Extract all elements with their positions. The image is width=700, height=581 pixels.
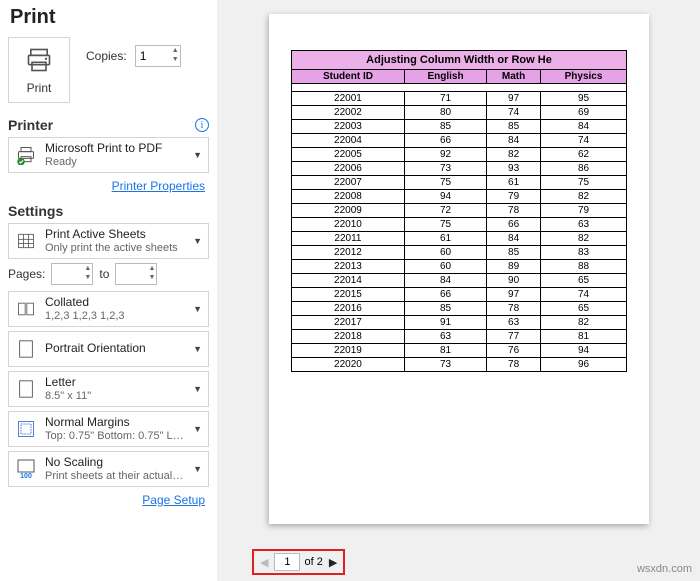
printer-status-icon [15, 144, 37, 166]
copies-stepper[interactable]: ▲▼ [135, 45, 181, 67]
chevron-down-icon: ▼ [193, 424, 202, 434]
pages-from-stepper[interactable]: ▲▼ [51, 263, 93, 285]
current-page-input[interactable] [274, 553, 300, 571]
spinner-arrows[interactable]: ▲▼ [84, 264, 91, 282]
print-button-label: Print [27, 81, 52, 95]
col-header: Math [487, 70, 541, 84]
table-row: 22011618482 [292, 232, 627, 246]
collate-icon [15, 298, 37, 320]
page-setup-link[interactable]: Page Setup [142, 493, 205, 507]
paper-icon [15, 378, 37, 400]
printer-name: Microsoft Print to PDF [45, 142, 185, 155]
col-header: Student ID [292, 70, 405, 84]
table-row: 22018637781 [292, 330, 627, 344]
scaling-badge: 100 [20, 473, 32, 480]
info-icon[interactable]: i [195, 118, 209, 132]
page-of-text: of 2 [304, 556, 322, 568]
chevron-down-icon: ▼ [193, 304, 202, 314]
copies-label: Copies: [86, 49, 127, 63]
page-navigator[interactable]: ◀ of 2 ▶ [252, 549, 345, 575]
paper-l1: Letter [45, 376, 185, 389]
table-row: 22017916382 [292, 316, 627, 330]
settings-heading: Settings [8, 203, 63, 219]
print-what-selector[interactable]: Print Active Sheets Only print the activ… [8, 223, 209, 259]
scaling-selector[interactable]: 100 No Scaling Print sheets at their act… [8, 451, 209, 487]
table-row: 22007756175 [292, 176, 627, 190]
table-row: 22013608988 [292, 260, 627, 274]
pages-label: Pages: [8, 267, 45, 281]
collate-l1: Collated [45, 296, 185, 309]
page-title: Print [10, 6, 209, 29]
chevron-down-icon: ▼ [193, 150, 202, 160]
print-preview: Adjusting Column Width or Row He Student… [218, 0, 700, 581]
chevron-down-icon: ▼ [193, 236, 202, 246]
table-row: 22008947982 [292, 190, 627, 204]
data-table: Student IDEnglishMathPhysics 22001719795… [291, 69, 627, 372]
table-row: 22016857865 [292, 302, 627, 316]
col-header: Physics [541, 70, 627, 84]
chevron-down-icon: ▼ [193, 344, 202, 354]
printer-heading: Printer [8, 117, 53, 133]
table-row: 22006739386 [292, 162, 627, 176]
table-row: 22009727879 [292, 204, 627, 218]
table-row: 22004668474 [292, 134, 627, 148]
table-row: 22012608583 [292, 246, 627, 260]
chevron-down-icon: ▼ [193, 464, 202, 474]
table-row: 22002807469 [292, 106, 627, 120]
sheets-icon [15, 230, 37, 252]
print-what-l1: Print Active Sheets [45, 228, 185, 241]
print-what-l2: Only print the active sheets [45, 242, 185, 254]
col-header: English [404, 70, 486, 84]
table-row: 22020737896 [292, 358, 627, 372]
table-row: 22014849065 [292, 274, 627, 288]
printer-icon [24, 46, 54, 79]
paper-size-selector[interactable]: Letter 8.5" x 11" ▼ [8, 371, 209, 407]
pages-to-stepper[interactable]: ▲▼ [115, 263, 157, 285]
pages-to-label: to [99, 267, 109, 281]
printer-selector[interactable]: Microsoft Print to PDF Ready ▼ [8, 137, 209, 173]
table-row: 22005928262 [292, 148, 627, 162]
doc-title: Adjusting Column Width or Row He [291, 50, 627, 69]
table-row: 22015669774 [292, 288, 627, 302]
margins-icon [15, 418, 37, 440]
orientation-l1: Portrait Orientation [45, 342, 185, 355]
scaling-l1: No Scaling [45, 456, 185, 469]
collate-l2: 1,2,3 1,2,3 1,2,3 [45, 310, 185, 322]
margins-l2: Top: 0.75" Bottom: 0.75" Left:… [45, 430, 185, 442]
watermark: wsxdn.com [637, 563, 692, 575]
print-button[interactable]: Print [8, 37, 70, 103]
table-row: 22010756663 [292, 218, 627, 232]
preview-page: Adjusting Column Width or Row He Student… [269, 14, 649, 524]
printer-status: Ready [45, 156, 185, 168]
collate-selector[interactable]: Collated 1,2,3 1,2,3 1,2,3 ▼ [8, 291, 209, 327]
next-page-arrow[interactable]: ▶ [327, 556, 339, 569]
margins-selector[interactable]: Normal Margins Top: 0.75" Bottom: 0.75" … [8, 411, 209, 447]
scaling-l2: Print sheets at their actual size [45, 470, 185, 482]
table-row: 22003858584 [292, 120, 627, 134]
prev-page-arrow[interactable]: ◀ [258, 556, 270, 569]
scaling-icon: 100 [15, 458, 37, 480]
spinner-arrows[interactable]: ▲▼ [172, 46, 179, 64]
margins-l1: Normal Margins [45, 416, 185, 429]
table-row: 22019817694 [292, 344, 627, 358]
spinner-arrows[interactable]: ▲▼ [148, 264, 155, 282]
orientation-selector[interactable]: Portrait Orientation ▼ [8, 331, 209, 367]
paper-l2: 8.5" x 11" [45, 390, 185, 402]
printer-properties-link[interactable]: Printer Properties [112, 179, 205, 193]
table-row: 22001719795 [292, 92, 627, 106]
chevron-down-icon: ▼ [193, 384, 202, 394]
portrait-icon [15, 338, 37, 360]
